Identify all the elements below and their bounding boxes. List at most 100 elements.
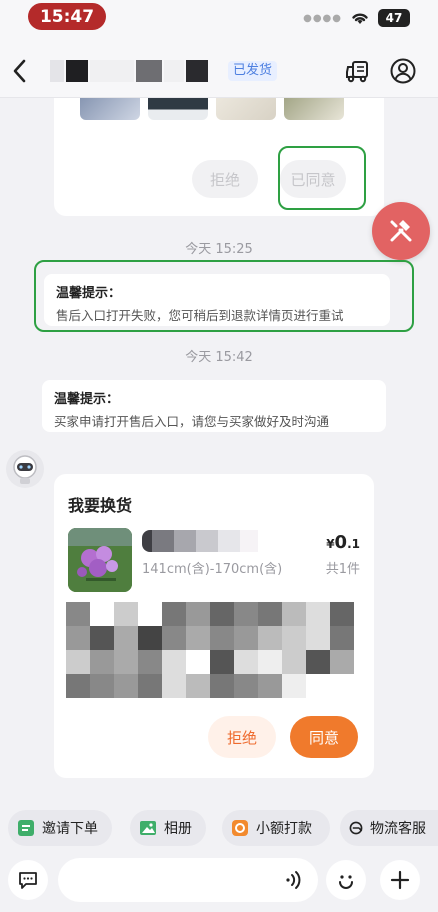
mosaic-block [66,626,90,650]
avatar[interactable] [6,450,44,488]
quick-action-small-payment[interactable]: 小额打款 [222,810,330,846]
mosaic-block [258,602,282,626]
album-icon [140,821,156,835]
back-icon[interactable] [10,58,30,84]
quick-action-album[interactable]: 相册 [130,810,206,846]
mosaic-block [114,674,138,698]
emoji-button[interactable] [326,860,366,900]
system-tip: 温馨提示： 买家申请打开售后入口，请您与买家做好及时沟通 [42,380,386,432]
redacted-details [66,602,354,698]
mosaic-block [186,626,210,650]
quick-action-invite-order[interactable]: 邀请下单 [8,810,112,846]
mosaic-block [306,674,330,698]
signal-icon: ●●●● [303,12,342,24]
robot-avatar-icon [13,455,37,484]
tip-body: 买家申请打开售后入口，请您与买家做好及时沟通 [54,414,330,429]
mosaic-block [306,602,330,626]
mosaic-block [330,602,354,626]
chip-label: 小额打款 [256,821,312,837]
mosaic-block [282,602,306,626]
mosaic-block [90,626,114,650]
reject-button[interactable]: 拒绝 [208,716,276,758]
voice-icon[interactable] [282,868,306,892]
mosaic-block [66,674,90,698]
agree-button[interactable]: 同意 [290,716,358,758]
agreed-highlight-box [278,146,366,210]
mosaic-block [186,674,210,698]
reject-button[interactable]: 拒绝 [192,160,258,198]
mosaic-block [114,626,138,650]
mosaic-block [330,626,354,650]
chip-label: 相册 [164,821,192,837]
mosaic-block [306,650,330,674]
photo-thumbnail[interactable] [284,98,344,120]
status-icons: ●●●● 47 [303,9,410,27]
product-image[interactable] [68,528,132,592]
emoji-icon [339,875,353,889]
mosaic-block [90,602,114,626]
mosaic-block [282,626,306,650]
chip-label: 物流客服 [370,821,426,837]
mosaic-block [162,626,186,650]
status-bar: 15:47 ●●●● 47 [0,0,438,44]
message-timestamp: 今天 15:42 [185,350,253,365]
small-payment-icon [232,820,248,836]
price-decimal: .1 [347,537,360,551]
mosaic-block [210,626,234,650]
card-title: 我要换货 [68,496,133,515]
mosaic-block [210,650,234,674]
mosaic-block [330,674,354,698]
contact-name-redacted [50,60,208,82]
chat-header: 已发货 [0,44,438,98]
mosaic-block [66,602,90,626]
photo-thumbnail[interactable] [80,98,140,120]
mosaic-block [282,650,306,674]
quick-action-logistics-service[interactable]: 物流客服 [340,810,438,846]
status-badge: 已发货 [228,61,278,81]
chip-label: 邀请下单 [42,821,98,837]
message-input-bar [0,852,438,912]
mosaic-block [186,650,210,674]
price-integer: 0 [334,532,348,553]
mosaic-block [162,650,186,674]
mosaic-block [234,650,258,674]
invite-order-icon [18,820,34,836]
mosaic-block [162,674,186,698]
tip-highlight-box [34,260,414,332]
mosaic-block [234,626,258,650]
mosaic-block [306,626,330,650]
logistics-icon[interactable] [345,58,371,84]
more-button[interactable] [380,860,420,900]
chat-area[interactable]: 拒绝 已同意 今天 15:25 温馨提示： 售后入口打开失败，您可稍后到退款详情… [0,98,438,790]
mosaic-block [186,602,210,626]
mosaic-block [258,626,282,650]
photo-thumbnail[interactable] [216,98,276,120]
mosaic-block [138,626,162,650]
quick-reply-button[interactable] [8,860,48,900]
mosaic-block [138,674,162,698]
exchange-request-card: 我要换货 141cm(含)-170cm(含) ¥0.1 共1件 拒绝 同意 [54,474,374,778]
mosaic-block [138,650,162,674]
product-spec: 141cm(含)-170cm(含) [142,562,283,577]
photo-thumbnail[interactable] [148,98,208,120]
wifi-icon [352,13,368,24]
battery-icon: 47 [378,9,410,27]
message-timestamp: 今天 15:25 [185,242,253,257]
mosaic-block [234,602,258,626]
tip-title: 温馨提示： [54,392,120,407]
mosaic-block [114,602,138,626]
status-time: 15:47 [28,3,106,30]
mosaic-block [138,602,162,626]
mosaic-block [234,674,258,698]
product-quantity: 共1件 [325,562,360,577]
plus-icon [390,870,410,890]
mosaic-block [162,602,186,626]
flower-photo-icon [68,528,132,592]
mosaic-block [330,650,354,674]
profile-icon[interactable] [390,58,416,84]
product-price: ¥0.1 [326,532,360,553]
mosaic-block [282,674,306,698]
message-input[interactable] [58,858,318,902]
quick-actions-bar: 邀请下单 相册 小额打款 物流客服 [0,810,438,846]
mosaic-block [258,674,282,698]
